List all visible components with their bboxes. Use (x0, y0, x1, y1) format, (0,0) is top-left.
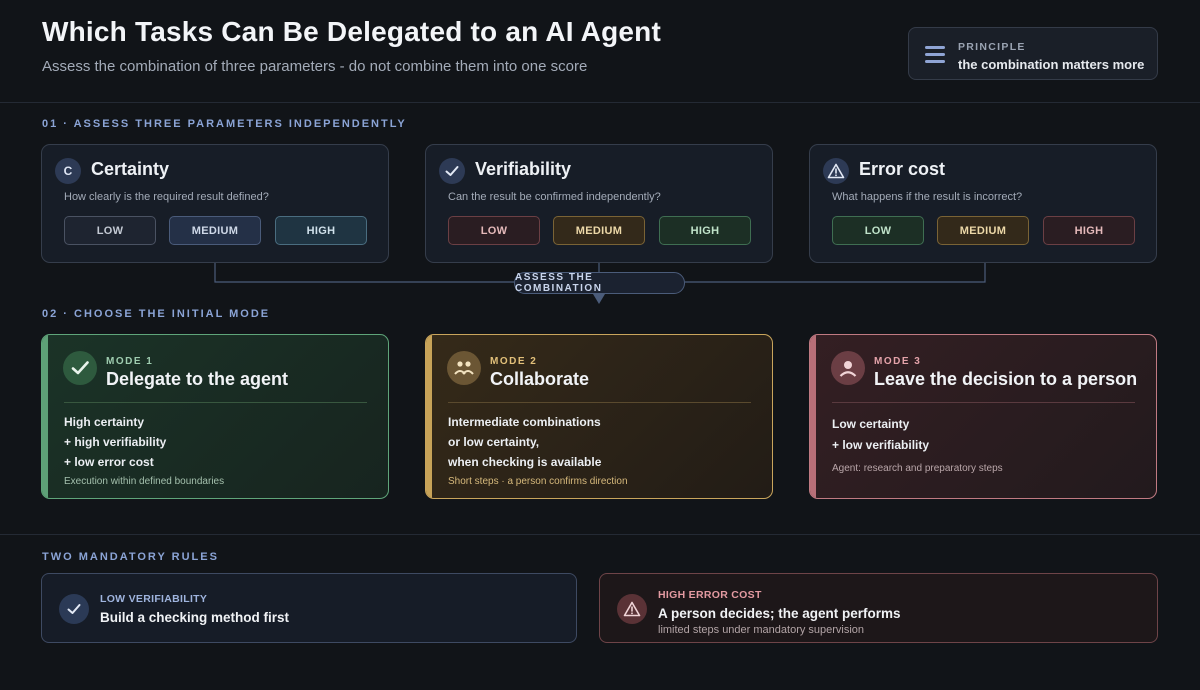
level-high: HIGH (275, 216, 367, 245)
mode-title: Collaborate (490, 369, 590, 389)
param-card-error-cost: Error cost What happens if the result is… (809, 144, 1157, 263)
mode-footnote: Agent: research and preparatory steps (832, 463, 1003, 474)
mode-kicker: MODE 3 (874, 356, 922, 367)
param-title: Verifiability (475, 159, 572, 179)
mode-line: Intermediate combinations (448, 415, 601, 429)
level-medium: MEDIUM (553, 216, 645, 245)
mode-accent-bar (426, 335, 432, 498)
param-title: Certainty (91, 159, 170, 179)
mode-divider (832, 402, 1135, 403)
mode-divider (448, 402, 751, 403)
param-question: How clearly is the required result defin… (64, 191, 269, 203)
mode-card-person: MODE 3 Leave the decision to a person Lo… (809, 334, 1157, 499)
rule-kicker: HIGH ERROR COST (658, 589, 762, 601)
arrow-down-icon (593, 294, 605, 304)
mode-line: High certainty (64, 415, 145, 429)
rule-kicker: LOW VERIFIABILITY (100, 593, 208, 605)
rules-divider (0, 534, 1200, 535)
mode-accent-bar (42, 335, 48, 498)
mode-kicker: MODE 2 (490, 356, 538, 367)
rule-card-high-error-cost: HIGH ERROR COST A person decides; the ag… (599, 573, 1158, 643)
mode-title: Leave the decision to a person (874, 369, 1138, 389)
level-medium: MEDIUM (937, 216, 1029, 245)
person-icon (831, 351, 865, 385)
mode-kicker: MODE 1 (106, 356, 154, 367)
certainty-icon: C (55, 158, 81, 184)
rule-subtitle: limited steps under mandatory supervisio… (658, 624, 865, 636)
mode-line: + high verifiability (64, 435, 167, 449)
check-icon (439, 158, 465, 184)
mode-title: Delegate to the agent (106, 369, 289, 389)
check-icon (63, 351, 97, 385)
param-title: Error cost (859, 159, 946, 179)
param-question: What happens if the result is incorrect? (832, 191, 1023, 203)
warning-icon (617, 594, 647, 624)
mode-card-delegate: MODE 1 Delegate to the agent High certai… (41, 334, 389, 499)
mode-footnote: Execution within defined boundaries (64, 476, 225, 487)
mode-line: when checking is available (448, 455, 602, 469)
rule-title: Build a checking method first (100, 610, 290, 625)
level-medium: MEDIUM (169, 216, 261, 245)
level-high: HIGH (659, 216, 751, 245)
assess-combination-pill: ASSESS THE COMBINATION (514, 272, 685, 294)
param-question: Can the result be confirmed independentl… (448, 191, 661, 203)
check-icon (59, 594, 89, 624)
param-card-verifiability: Verifiability Can the result be confirme… (425, 144, 773, 263)
rule-card-low-verifiability: LOW VERIFIABILITY Build a checking metho… (41, 573, 577, 643)
section-label-modes: 02 · CHOOSE THE INITIAL MODE (42, 308, 271, 320)
mode-line: Low certainty (832, 417, 910, 431)
section-label-rules: TWO MANDATORY RULES (42, 551, 219, 563)
mode-line: or low certainty, (448, 435, 540, 449)
mode-accent-bar (810, 335, 816, 498)
mode-card-collaborate: MODE 2 Collaborate Intermediate combinat… (425, 334, 773, 499)
people-icon (447, 351, 481, 385)
mode-footnote: Short steps · a person confirms directio… (448, 476, 628, 487)
rule-title: A person decides; the agent performs (658, 606, 901, 621)
level-high: HIGH (1043, 216, 1135, 245)
mode-line: + low verifiability (832, 438, 930, 452)
warning-icon (823, 158, 849, 184)
level-low: LOW (832, 216, 924, 245)
level-low: LOW (64, 216, 156, 245)
mode-line: + low error cost (64, 455, 154, 469)
param-card-certainty: C Certainty How clearly is the required … (41, 144, 389, 263)
level-low: LOW (448, 216, 540, 245)
mode-divider (64, 402, 367, 403)
